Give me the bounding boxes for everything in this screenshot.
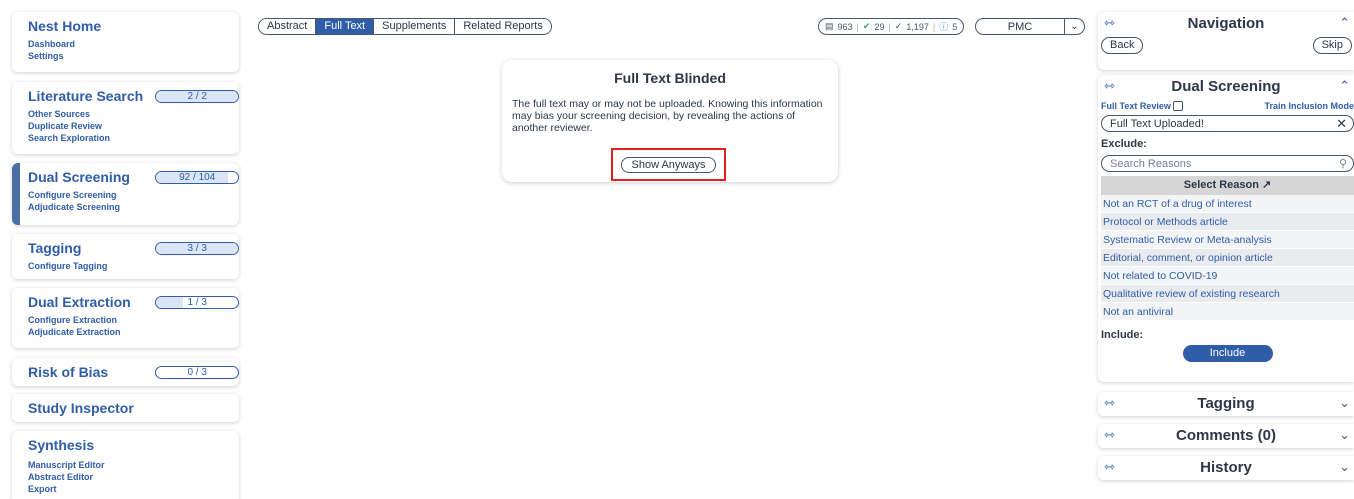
cursor-icon: ↗ xyxy=(1262,179,1272,191)
configure-tagging-link[interactable]: Configure Tagging xyxy=(28,260,239,272)
dual-screening-panel: ⇿ Dual Screening ⌃ Full Text Review Trai… xyxy=(1098,75,1354,382)
history-panel[interactable]: ⇿ History ⌄ xyxy=(1098,456,1354,480)
literature-search-card: Literature Search 2 / 2 Other Sources Du… xyxy=(12,82,239,154)
literature-search-progress: 2 / 2 xyxy=(155,89,239,103)
literature-search-title[interactable]: Literature Search xyxy=(28,88,151,104)
nest-home-title[interactable]: Nest Home xyxy=(28,18,158,34)
dual-extraction-title[interactable]: Dual Extraction xyxy=(28,294,151,310)
manuscript-editor-link[interactable]: Manuscript Editor xyxy=(28,459,239,471)
skip-button[interactable]: Skip xyxy=(1312,37,1352,54)
risk-of-bias-card: Risk of Bias 0 / 3 xyxy=(12,358,239,386)
chevron-up-icon[interactable]: ⌃ xyxy=(1339,15,1350,31)
search-icon: ⚲ xyxy=(1338,158,1347,170)
nest-home-card: Nest Home Dashboard Settings xyxy=(12,12,239,72)
content-tabs: Abstract Full Text Supplements Related R… xyxy=(258,18,552,35)
reason-item[interactable]: Not an antiviral xyxy=(1101,303,1354,321)
full-text-uploaded-pill: Full Text Uploaded! ✕ xyxy=(1101,115,1354,132)
tagging-panel-title: Tagging xyxy=(1197,395,1255,412)
synthesis-title[interactable]: Synthesis xyxy=(28,437,158,453)
search-reasons-input[interactable]: Search Reasons ⚲ xyxy=(1101,155,1354,172)
stat-included: 29 xyxy=(874,21,885,32)
question-circle-icon: ⓘ xyxy=(939,22,949,32)
tagging-title[interactable]: Tagging xyxy=(28,240,151,256)
study-inspector-title[interactable]: Study Inspector xyxy=(28,400,158,416)
exclude-label: Exclude: xyxy=(1101,138,1147,150)
comments-panel[interactable]: ⇿ Comments (0) ⌄ xyxy=(1098,424,1354,448)
uploaded-label: Full Text Uploaded! xyxy=(1110,117,1204,130)
full-text-blinded-card: Full Text Blinded The full text may or m… xyxy=(502,60,838,182)
dashboard-link[interactable]: Dashboard xyxy=(28,38,239,50)
chevron-down-icon[interactable]: ⌄ xyxy=(1339,427,1350,443)
chevron-down-icon[interactable]: ⌄ xyxy=(1339,459,1350,475)
abstract-editor-link[interactable]: Abstract Editor xyxy=(28,471,239,483)
stat-screened: 1,197 xyxy=(906,21,929,32)
show-anyways-button[interactable]: Show Anyways xyxy=(620,156,717,173)
dual-screening-progress: 92 / 104 xyxy=(155,170,239,184)
navigation-panel: ⇿ Navigation ⌃ Back Skip xyxy=(1098,12,1354,70)
source-select-value: PMC xyxy=(1007,20,1033,33)
configure-screening-link[interactable]: Configure Screening xyxy=(28,189,239,201)
dual-screening-card: Dual Screening 92 / 104 Configure Screen… xyxy=(12,163,239,225)
dual-extraction-progress: 1 / 3 xyxy=(155,295,239,309)
risk-of-bias-title[interactable]: Risk of Bias xyxy=(28,364,151,380)
settings-link[interactable]: Settings xyxy=(28,50,239,62)
adjudicate-extraction-link[interactable]: Adjudicate Extraction xyxy=(28,326,239,338)
export-link[interactable]: Export xyxy=(28,483,239,495)
search-reasons-placeholder: Search Reasons xyxy=(1110,157,1192,170)
select-reason-header: Select Reason ↗ xyxy=(1101,176,1354,195)
check-circle-icon: ✔ xyxy=(862,21,871,31)
blinded-title: Full Text Blinded xyxy=(614,70,726,86)
stat-info: 5 xyxy=(952,21,958,32)
chevron-down-icon[interactable]: ⌄ xyxy=(1339,395,1350,411)
tagging-panel[interactable]: ⇿ Tagging ⌄ xyxy=(1098,392,1354,416)
highlight-box: Show Anyways xyxy=(611,148,726,181)
configure-extraction-link[interactable]: Configure Extraction xyxy=(28,314,239,326)
document-icon: ▤ xyxy=(825,21,834,31)
include-button[interactable]: Include xyxy=(1182,345,1273,362)
adjudicate-screening-link[interactable]: Adjudicate Screening xyxy=(28,201,239,213)
reason-item[interactable]: Protocol or Methods article xyxy=(1101,213,1354,231)
reason-item[interactable]: Editorial, comment, or opinion article xyxy=(1101,249,1354,267)
synthesis-card: Synthesis Manuscript Editor Abstract Edi… xyxy=(12,431,239,499)
chevron-down-icon[interactable]: ⌄ xyxy=(1064,19,1084,34)
comments-panel-title: Comments (0) xyxy=(1175,427,1276,444)
risk-of-bias-progress: 0 / 3 xyxy=(155,365,239,379)
reason-item[interactable]: Not related to COVID-19 xyxy=(1101,267,1354,285)
chevron-up-icon[interactable]: ⌃ xyxy=(1339,78,1350,94)
blinded-message: The full text may or may not be uploaded… xyxy=(512,98,823,134)
reason-item[interactable]: Not an RCT of a drug of interest xyxy=(1101,195,1354,213)
include-label: Include: xyxy=(1101,329,1144,341)
dual-screening-title[interactable]: Dual Screening xyxy=(28,169,151,185)
duplicate-review-link[interactable]: Duplicate Review xyxy=(28,120,239,132)
search-exploration-link[interactable]: Search Exploration xyxy=(28,132,239,144)
study-inspector-card: Study Inspector xyxy=(12,394,239,422)
tagging-card: Tagging 3 / 3 Configure Tagging xyxy=(12,234,239,279)
tab-supplements[interactable]: Supplements xyxy=(374,19,456,34)
navigation-title: Navigation xyxy=(1187,15,1265,32)
study-stats: ▤ 963 | ✔ 29 | ✓ 1,197 | ⓘ 5 xyxy=(818,18,965,35)
tagging-progress: 3 / 3 xyxy=(155,241,239,255)
dual-extraction-card: Dual Extraction 1 / 3 Configure Extracti… xyxy=(12,288,239,348)
reason-list: Not an RCT of a drug of interest Protoco… xyxy=(1101,195,1354,321)
close-icon[interactable]: ✕ xyxy=(1336,116,1347,132)
reason-item[interactable]: Qualitative review of existing research xyxy=(1101,285,1354,303)
tab-full-text[interactable]: Full Text xyxy=(316,19,375,34)
stat-total: 963 xyxy=(837,21,853,32)
other-sources-link[interactable]: Other Sources xyxy=(28,108,239,120)
train-inclusion-mode-link[interactable]: Train Inclusion Mode xyxy=(1264,101,1354,111)
full-text-review-label: Full Text Review xyxy=(1101,100,1171,111)
screened-circle-icon: ✓ xyxy=(894,21,903,31)
tab-abstract[interactable]: Abstract xyxy=(259,19,317,34)
reason-item[interactable]: Systematic Review or Meta-analysis xyxy=(1101,231,1354,249)
dual-screening-panel-title: Dual Screening xyxy=(1171,78,1281,95)
history-panel-title: History xyxy=(1200,459,1252,476)
full-text-review-checkbox[interactable] xyxy=(1172,101,1183,112)
tab-related-reports[interactable]: Related Reports xyxy=(455,19,551,34)
back-button[interactable]: Back xyxy=(1101,37,1144,54)
sidebar: Nest Home Dashboard Settings Literature … xyxy=(0,0,242,499)
source-select[interactable]: PMC ⌄ xyxy=(975,18,1085,35)
